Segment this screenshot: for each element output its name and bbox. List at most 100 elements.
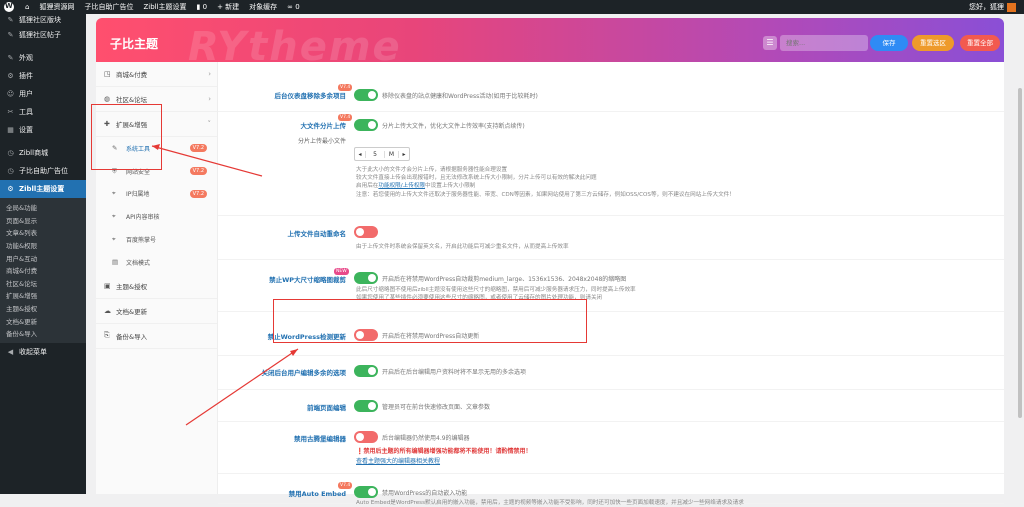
tab-label: 社区&论坛 bbox=[116, 96, 148, 104]
save-button[interactable]: 保存 bbox=[870, 35, 908, 51]
field-disable-auto-embed: 禁用Auto Embed V7.4 禁用WordPress的自动嵌入功能 Aut… bbox=[218, 474, 1004, 506]
subtab-ip-location[interactable]: ⌖ IP归属地 V7.2 bbox=[96, 183, 217, 206]
admin-bar-comments[interactable]: ▮ 0 bbox=[192, 0, 213, 14]
menu-forum-boards[interactable]: ✎ 狐狸社区版块 bbox=[0, 14, 86, 26]
tab-backup-import[interactable]: ⎘ 备份&导入 bbox=[96, 324, 217, 349]
admin-sidebar: ✎ 狐狸社区版块 ✎ 狐狸社区帖子 ✎ 外观 ⚙ 插件 ☺ 用户 ✂ 工具 ▦ 设置 ◷ Zib… bbox=[0, 14, 86, 494]
ad-icon: ◷ bbox=[7, 167, 14, 175]
menu-appearance[interactable]: ✎ 外观 bbox=[0, 49, 86, 67]
menu-settings[interactable]: ▦ 设置 bbox=[0, 121, 86, 139]
menu-users[interactable]: ☺ 用户 bbox=[0, 85, 86, 103]
menu-ad-slots[interactable]: ◷ 子比自助广告位 bbox=[0, 162, 86, 180]
options-fields: 后台仪表盘移除多余项目 V7.4 移除仪表盘的站点健康和WordPress活动(… bbox=[218, 62, 1004, 506]
menu-forum-posts[interactable]: ✎ 狐狸社区帖子 bbox=[0, 26, 86, 44]
stepper-unit: M bbox=[385, 150, 399, 158]
paw-icon: ⌖ bbox=[112, 235, 116, 244]
tab-label: 商城&付费 bbox=[116, 71, 148, 79]
tab-shop[interactable]: ◳ 商城&付费 › bbox=[96, 62, 217, 87]
disable-gutenberg-toggle[interactable] bbox=[354, 431, 378, 443]
new-label: 新建 bbox=[225, 3, 240, 11]
menu-label: 插件 bbox=[19, 72, 33, 80]
min-chunk-size-stepper[interactable]: ◂ 5 M ▸ bbox=[354, 147, 410, 161]
field-label: 后台仪表盘移除多余项目 bbox=[274, 92, 347, 100]
reset-section-button[interactable]: 重置选区 bbox=[912, 35, 954, 51]
admin-bar-links[interactable]: ∞ 0 bbox=[282, 0, 305, 14]
field-label: 上传文件自动重命名 bbox=[287, 230, 347, 238]
frontend-edit-toggle[interactable] bbox=[354, 400, 378, 412]
admin-bar-site-name[interactable]: 狐狸资源网 bbox=[34, 0, 79, 14]
upload-permission-link[interactable]: 功能权限/上传权限 bbox=[378, 183, 425, 189]
gutenberg-tutorial-link[interactable]: 查看主题强大的编辑器相关教程 bbox=[356, 456, 440, 465]
submenu-item[interactable]: 文档&更新 bbox=[0, 314, 86, 327]
chunked-upload-toggle[interactable] bbox=[354, 119, 378, 131]
tab-label: 文档&更新 bbox=[116, 307, 148, 316]
menu-tools[interactable]: ✂ 工具 bbox=[0, 103, 86, 121]
menu-zibll-shop[interactable]: ◷ Zibll商城 bbox=[0, 144, 86, 162]
menu-label: Zibll商城 bbox=[19, 149, 49, 157]
decrement-icon[interactable]: ◂ bbox=[355, 151, 365, 158]
page-title: 子比主题 bbox=[110, 37, 159, 51]
pin-icon: ✎ bbox=[7, 16, 14, 24]
submenu-item[interactable]: 用户&互动 bbox=[0, 251, 86, 264]
subtab-label: IP归属地 bbox=[126, 191, 150, 199]
admin-bar-object-cache[interactable]: 对象缓存 bbox=[244, 0, 282, 14]
reset-all-button[interactable]: 重置全部 bbox=[960, 35, 1000, 51]
forum-icon: ◍ bbox=[104, 95, 111, 103]
avatar[interactable] bbox=[1007, 2, 1016, 12]
subtab-baidu[interactable]: ⌖ 百度熊掌号 bbox=[96, 228, 217, 251]
tab-docs-updates[interactable]: ☁ 文档&更新 bbox=[96, 299, 217, 324]
wordpress-logo-icon[interactable] bbox=[4, 2, 14, 12]
admin-bar-greeting[interactable]: 您好，狐狸 bbox=[969, 2, 1004, 12]
admin-bar-new[interactable]: + 新建 bbox=[212, 0, 244, 14]
submenu-item[interactable]: 主题&授权 bbox=[0, 302, 86, 315]
link-icon: ∞ bbox=[287, 3, 296, 11]
disable-auto-embed-toggle[interactable] bbox=[354, 486, 378, 498]
user-edit-options-toggle[interactable] bbox=[354, 365, 378, 377]
version-badge: V7.4 bbox=[338, 482, 353, 489]
submenu-item[interactable]: 页面&显示 bbox=[0, 214, 86, 227]
dashboard-cleanup-toggle[interactable] bbox=[354, 89, 378, 101]
shop-icon: ◳ bbox=[104, 70, 111, 78]
menu-collapse[interactable]: ◀ 收起菜单 bbox=[0, 343, 86, 361]
comments-count: 0 bbox=[202, 3, 208, 11]
menu-label: 设置 bbox=[19, 126, 33, 134]
menu-zibll-theme-settings[interactable]: ⚙ Zibll主题设置 bbox=[0, 180, 86, 198]
submenu-item[interactable]: 社区&论坛 bbox=[0, 277, 86, 290]
home-icon[interactable]: ⌂ bbox=[20, 0, 34, 14]
page-scrollbar[interactable] bbox=[1016, 14, 1024, 494]
pin-icon: ✎ bbox=[7, 31, 14, 39]
disable-thumbnails-toggle[interactable] bbox=[354, 272, 378, 284]
menu-label: 狐狸社区帖子 bbox=[19, 31, 61, 39]
help-line: 较大文件直接上传会出现报错时，且无法修改系统上传大小限制，分片上传可以有效的解决… bbox=[356, 175, 597, 182]
expand-all-icon[interactable]: ☰ bbox=[763, 36, 777, 50]
submenu-item[interactable]: 功能&权限 bbox=[0, 239, 86, 252]
tab-theme-license[interactable]: ▣ 主题&授权 bbox=[96, 274, 217, 299]
admin-bar: ⌂ 狐狸资源网 子比自助广告位 Zibll主题设置 ▮ 0 + 新建 对象缓存 … bbox=[0, 0, 1024, 14]
help-text-part: 中设置上传大小限制 bbox=[425, 183, 476, 190]
menu-plugins[interactable]: ⚙ 插件 bbox=[0, 67, 86, 85]
stepper-value[interactable]: 5 bbox=[365, 150, 385, 158]
settings-icon: ▦ bbox=[7, 126, 14, 134]
chevron-down-icon: ˅ bbox=[207, 120, 212, 128]
search-input[interactable] bbox=[780, 35, 868, 51]
theme-settings-submenu: 全局&功能 页面&显示 文章&列表 功能&权限 用户&互动 商城&付费 社区&论… bbox=[0, 198, 86, 343]
auto-rename-toggle[interactable] bbox=[354, 226, 378, 238]
scrollbar-thumb[interactable] bbox=[1018, 88, 1022, 418]
admin-bar-ad-item[interactable]: 子比自助广告位 bbox=[79, 0, 138, 14]
new-badge: NEW bbox=[334, 268, 349, 275]
collapse-icon: ◀ bbox=[7, 347, 14, 356]
highlight-box-nav bbox=[91, 104, 162, 170]
subtab-api-audit[interactable]: ⌖ API内容审核 bbox=[96, 205, 217, 228]
subtab-doc-mode[interactable]: ▤ 文档模式 bbox=[96, 251, 217, 274]
increment-icon[interactable]: ▸ bbox=[399, 151, 409, 158]
submenu-item[interactable]: 扩展&增强 bbox=[0, 289, 86, 302]
wrench-icon: ✂ bbox=[7, 108, 14, 116]
submenu-item[interactable]: 文章&列表 bbox=[0, 226, 86, 239]
field-chunked-upload: 大文件分片上传 V7.4 分片上传大文件，优化大文件上传效率(支持断点续传) 分… bbox=[218, 112, 1004, 216]
submenu-item[interactable]: 商城&付费 bbox=[0, 264, 86, 277]
submenu-item[interactable]: 全局&功能 bbox=[0, 201, 86, 214]
field-sublabel: 分片上传最小文件 bbox=[297, 138, 346, 145]
submenu-item[interactable]: 备份&导入 bbox=[0, 327, 86, 340]
chevron-right-icon: › bbox=[208, 70, 211, 78]
admin-bar-theme-settings[interactable]: Zibll主题设置 bbox=[138, 0, 191, 14]
